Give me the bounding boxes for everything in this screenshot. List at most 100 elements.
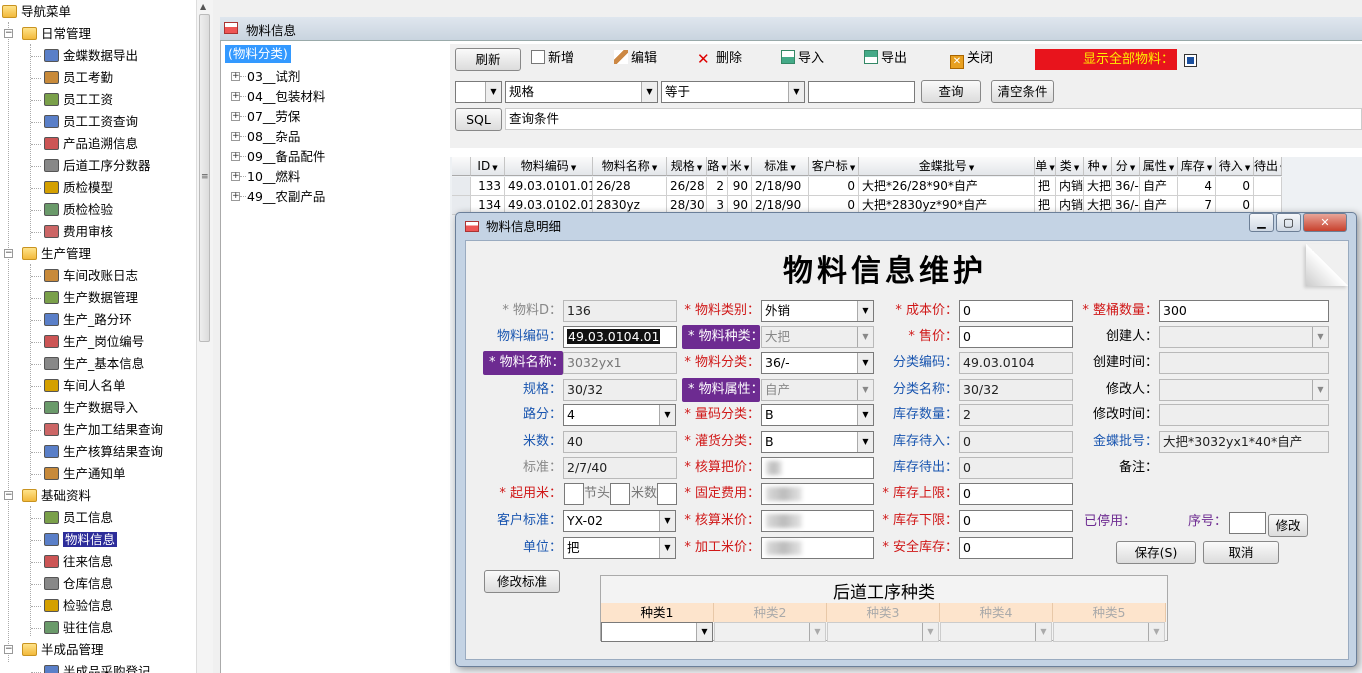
grid-header[interactable]: 库存 ▼ [1178,157,1216,176]
expand-icon[interactable]: + [231,152,240,161]
nav-item[interactable]: 后道工序分数器 [44,156,151,176]
clear-conditions-button[interactable]: 清空条件 [991,80,1054,103]
modify-seq-button[interactable]: 修改 [1268,514,1308,537]
minimize-button[interactable]: ▁ [1249,213,1274,232]
logic-select[interactable]: ▼ [455,81,502,103]
collapse-icon[interactable]: − [4,645,13,654]
category-item[interactable]: 10__燃料 [247,167,300,187]
process-type-select[interactable]: ▼ [601,622,713,642]
nav-item[interactable]: 生产数据导入 [44,398,138,418]
grid-cell[interactable]: 把 [1035,177,1056,196]
expand-icon[interactable]: + [231,132,240,141]
show-all-checkbox[interactable] [1184,54,1197,67]
grid-header[interactable]: 待出▼ [1254,157,1282,176]
grid-cell[interactable]: 内销 [1056,177,1084,196]
nav-item[interactable]: 仓库信息 [44,574,113,594]
nav-group-basic[interactable]: 基础资料 [22,486,91,506]
nav-item[interactable]: 员工工资查询 [44,112,138,132]
sql-conditions-field[interactable]: 查询条件 [505,108,1362,130]
grid-cell[interactable]: 0 [1216,177,1254,196]
process-type-select[interactable]: ▼ [1053,622,1165,642]
collapse-icon[interactable]: − [4,29,13,38]
grid-header[interactable]: 客户标 ▼ [809,157,859,176]
nav-item[interactable]: 员工工资 [44,90,113,110]
grid-cell[interactable]: 大把*26/28*90*自产 [859,177,1035,196]
nav-item[interactable]: 费用审核 [44,222,113,242]
nav-item[interactable]: 产品追溯信息 [44,134,138,154]
category-item[interactable]: 07__劳保 [247,107,300,127]
grid-cell[interactable]: 49.03.0101.01 [505,177,593,196]
start-jietou-input[interactable] [564,483,584,505]
grid-cell[interactable]: 26/28 [667,177,707,196]
modify-standard-button[interactable]: 修改标准 [484,570,560,593]
nav-item-selected[interactable]: 物料信息 [44,530,118,550]
grid-header[interactable]: 规格 ▼ [667,157,707,176]
category-item[interactable]: 49__农副产品 [247,187,325,207]
grid-cell[interactable]: 36/- [1112,177,1140,196]
stock-upper-input[interactable]: 0 [959,483,1073,505]
category-root[interactable]: (物料分类) [225,45,291,63]
delete-button[interactable]: ✕ 删除 [697,48,742,70]
seq-input[interactable] [1229,512,1266,534]
lu-select[interactable]: 4 ▼ [563,404,676,426]
nav-item[interactable]: 检验信息 [44,596,113,616]
nav-item[interactable]: 金蝶数据导出 [44,46,138,66]
grid-header[interactable]: 金蝶批号 ▼ [859,157,1035,176]
refresh-button[interactable]: 刷新 [455,48,521,71]
cost-price-input[interactable]: 0 [959,300,1073,322]
expand-icon[interactable]: + [231,112,240,121]
row-header[interactable] [452,177,471,196]
category-item[interactable]: 09__备品配件 [247,147,325,167]
grid-cell[interactable]: 2 [707,177,728,196]
grid-cell[interactable]: 2/18/90 [752,177,809,196]
nav-item[interactable]: 生产_岗位编号 [44,332,144,352]
grid-cell[interactable]: 26/28 [593,177,667,196]
scroll-up-icon[interactable]: ▲ [200,2,206,11]
grid-cell[interactable]: 133 [471,177,505,196]
grid-cell[interactable]: 90 [728,177,752,196]
close-button[interactable]: ✕ 关闭 [950,48,993,70]
category-item[interactable]: 03__试剂 [247,67,300,87]
category-item[interactable]: 08__杂品 [247,127,300,147]
nav-group-daily[interactable]: 日常管理 [22,24,91,44]
query-value-input[interactable] [808,81,915,103]
nav-item[interactable]: 车间改账日志 [44,266,138,286]
grid-header[interactable]: 类 ▼ [1056,157,1084,176]
process-type-select[interactable]: ▼ [714,622,826,642]
nav-item[interactable]: 生产_路分环 [44,310,132,330]
safety-stock-input[interactable]: 0 [959,537,1073,559]
grid-header[interactable]: 路 ▼ [707,157,728,176]
grid-header[interactable]: 物料名称 ▼ [593,157,667,176]
start-mishu-input[interactable] [610,483,630,505]
nav-root[interactable]: 导航菜单 [2,2,71,22]
edit-button[interactable]: 编辑 [614,48,657,70]
nav-item[interactable]: 质检模型 [44,178,113,198]
collapse-icon[interactable]: − [4,249,13,258]
grid-header[interactable]: 单 ▼ [1035,157,1056,176]
sql-button[interactable]: SQL [455,108,502,131]
nav-group-semi[interactable]: 半成品管理 [22,640,104,660]
grid-header[interactable]: ID ▼ [471,157,505,176]
grid-header[interactable]: 属性 ▼ [1140,157,1178,176]
material-code-input[interactable]: 49.03.0104.01 [563,326,677,348]
nav-item[interactable]: 生产加工结果查询 [44,420,163,440]
dialog-close-button[interactable]: ✕ [1303,213,1347,232]
grid-header[interactable]: 米 ▼ [728,157,752,176]
creator-select[interactable]: ▼ [1159,326,1329,348]
expand-icon[interactable]: + [231,72,240,81]
category-item[interactable]: 04__包装材料 [247,87,325,107]
maximize-button[interactable]: ▢ [1276,213,1301,232]
grid-cell[interactable]: 4 [1178,177,1216,196]
grid-cell[interactable]: 自产 [1140,177,1178,196]
nav-item[interactable]: 员工信息 [44,508,113,528]
grid-header[interactable]: 标准 ▼ [752,157,809,176]
query-button[interactable]: 查询 [921,80,981,103]
unit-select[interactable]: 把 ▼ [563,537,676,559]
export-button[interactable]: 导出 [864,48,907,70]
grid-header[interactable]: 种 ▼ [1084,157,1112,176]
operator-select[interactable]: 等于 ▼ [661,81,805,103]
expand-icon[interactable]: + [231,192,240,201]
expand-icon[interactable]: + [231,92,240,101]
nav-item[interactable]: 驻往信息 [44,618,113,638]
process-type-select[interactable]: ▼ [940,622,1052,642]
